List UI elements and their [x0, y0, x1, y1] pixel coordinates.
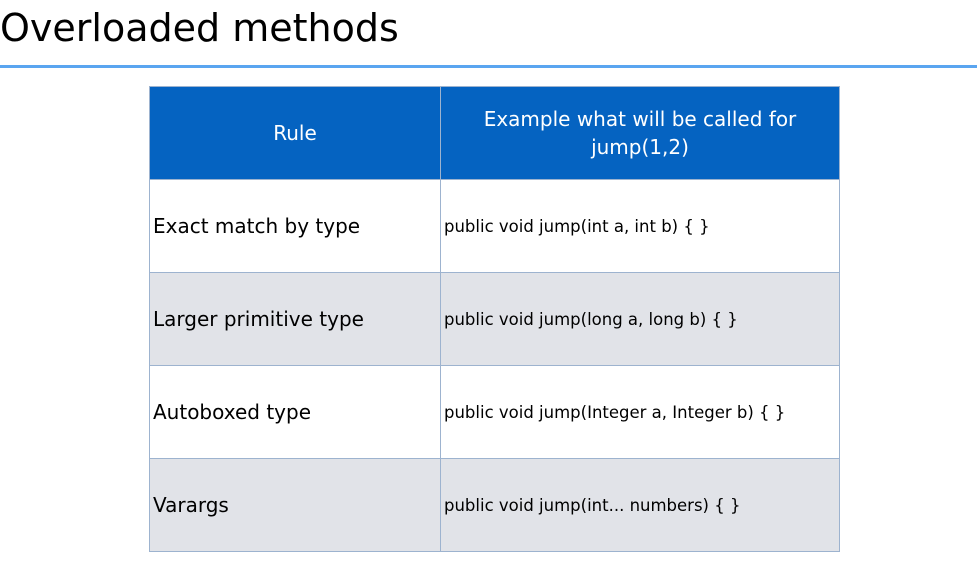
table-row: Varargs public void jump(int... numbers)…	[149, 458, 840, 552]
example-cell: public void jump(int... numbers) { }	[440, 458, 840, 552]
title-divider	[0, 65, 977, 68]
header-rule: Rule	[149, 86, 441, 180]
header-example: Example what will be called for jump(1,2…	[440, 86, 840, 180]
overload-rules-table: Rule Example what will be called for jum…	[149, 86, 840, 552]
slide-title: Overloaded methods	[0, 6, 399, 50]
table-row: Larger primitive type public void jump(l…	[149, 272, 840, 366]
rule-cell: Autoboxed type	[149, 365, 441, 459]
example-cell: public void jump(long a, long b) { }	[440, 272, 840, 366]
table-row: Autoboxed type public void jump(Integer …	[149, 365, 840, 459]
example-cell: public void jump(Integer a, Integer b) {…	[440, 365, 840, 459]
rule-cell: Larger primitive type	[149, 272, 441, 366]
example-cell: public void jump(int a, int b) { }	[440, 179, 840, 273]
rule-cell: Varargs	[149, 458, 441, 552]
rule-cell: Exact match by type	[149, 179, 441, 273]
table-header-row: Rule Example what will be called for jum…	[149, 86, 840, 180]
table-row: Exact match by type public void jump(int…	[149, 179, 840, 273]
